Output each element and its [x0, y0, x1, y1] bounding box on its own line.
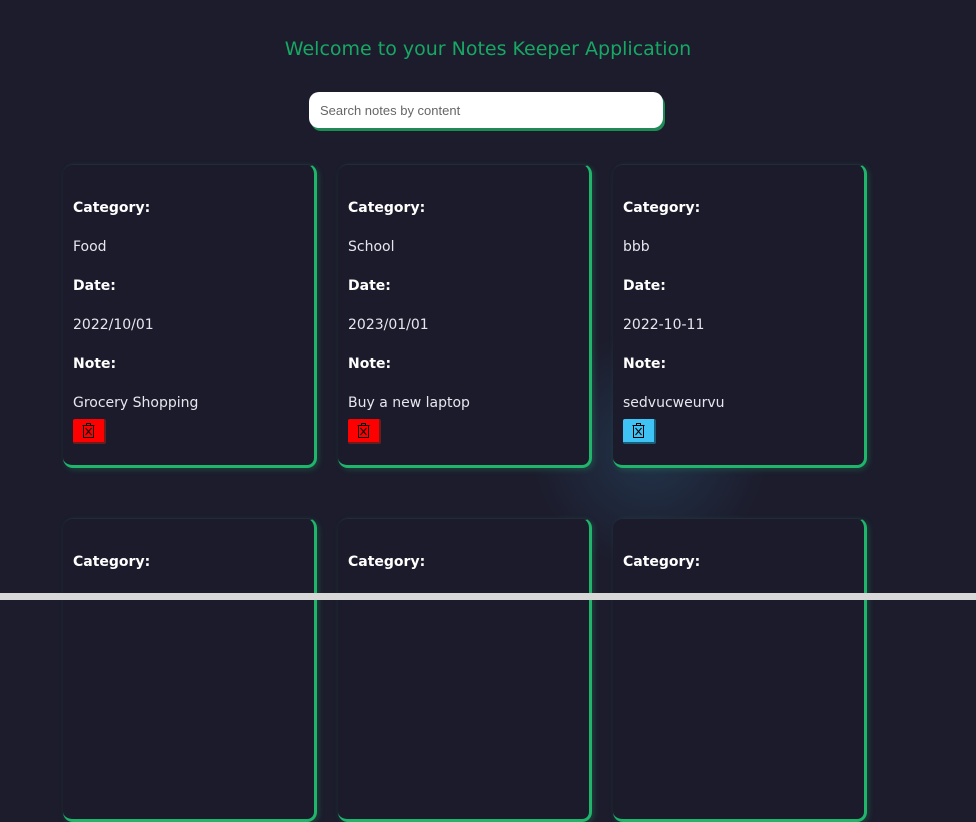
note-value: Grocery Shopping — [73, 395, 199, 411]
search-input[interactable] — [309, 92, 663, 128]
delete-button[interactable] — [348, 419, 381, 444]
category-label: Category: — [623, 200, 701, 216]
note-card: Category: bbb Date: 2022-10-11 Note: sed… — [613, 164, 867, 468]
note-card: Category: School Date: 2023/01/01 Note: … — [338, 164, 592, 468]
category-label: Category: — [73, 554, 151, 570]
note-card: Category: — [63, 518, 317, 822]
trash-icon — [632, 423, 645, 438]
trash-icon — [82, 423, 95, 438]
category-value: Food — [73, 239, 107, 255]
date-value: 2022/10/01 — [73, 317, 154, 333]
category-label: Category: — [348, 200, 426, 216]
date-label: Date: — [348, 278, 391, 294]
delete-button[interactable] — [73, 419, 106, 444]
category-label: Category: — [348, 554, 426, 570]
date-value: 2022-10-11 — [623, 317, 705, 333]
category-label: Category: — [623, 554, 701, 570]
page-title: Welcome to your Notes Keeper Application — [284, 38, 692, 60]
delete-button[interactable] — [623, 419, 656, 444]
note-card: Category: Food Date: 2022/10/01 Note: Gr… — [63, 164, 317, 468]
date-value: 2023/01/01 — [348, 317, 429, 333]
notes-grid: Category: Food Date: 2022/10/01 Note: Gr… — [63, 164, 873, 822]
date-label: Date: — [623, 278, 666, 294]
note-label: Note: — [623, 356, 667, 372]
note-value: Buy a new laptop — [348, 395, 470, 411]
note-card: Category: — [613, 518, 867, 822]
category-value: bbb — [623, 239, 650, 255]
note-card: Category: — [338, 518, 592, 822]
note-label: Note: — [73, 356, 117, 372]
category-label: Category: — [73, 200, 151, 216]
category-value: School — [348, 239, 395, 255]
note-value: sedvucweurvu — [623, 395, 725, 411]
trash-icon — [357, 423, 370, 438]
horizontal-scrollbar[interactable] — [0, 593, 976, 600]
date-label: Date: — [73, 278, 116, 294]
note-label: Note: — [348, 356, 392, 372]
